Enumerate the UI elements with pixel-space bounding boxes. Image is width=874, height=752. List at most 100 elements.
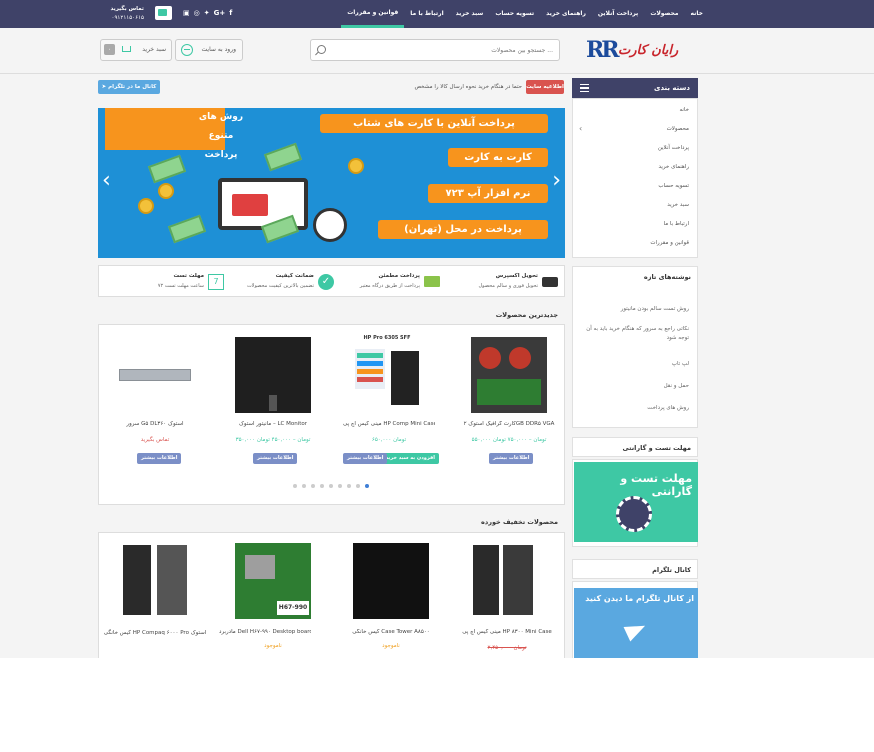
- carousel-dot[interactable]: [293, 484, 297, 488]
- product-name[interactable]: مینی کیس اچ پی HP ۸۳۰۰ Mini Case: [461, 629, 553, 635]
- more-info-button[interactable]: اطلاعات بیشتر: [253, 453, 298, 464]
- warranty-banner[interactable]: مهلت تست و گارانتی: [574, 462, 698, 542]
- categories-header[interactable]: دسته بندی: [572, 78, 698, 98]
- product-image[interactable]: [471, 337, 547, 413]
- site-logo[interactable]: RR رایان کارت: [586, 37, 696, 65]
- nav-item-contact[interactable]: ارتباط با ما: [404, 0, 449, 28]
- recent-posts-title: نوشته‌های تازه: [643, 273, 691, 281]
- product-image[interactable]: [235, 337, 311, 413]
- category-item[interactable]: راهنمای خرید: [658, 164, 689, 170]
- logo-text: رایان کارت: [618, 43, 679, 58]
- nav-item-cart[interactable]: سبد خرید: [450, 0, 490, 28]
- search-input[interactable]: [343, 44, 553, 56]
- product-name[interactable]: مادربرد Dell H۶۷-۹۹۰ Desktop board: [219, 629, 311, 635]
- google-plus-icon[interactable]: G+: [214, 9, 226, 17]
- nav-item-products[interactable]: محصولات: [644, 0, 684, 28]
- site-header: RR رایان کارت ورود به سایت ۰ سبد خرید: [0, 28, 874, 74]
- rss-icon[interactable]: ▣: [183, 9, 190, 17]
- product-name[interactable]: مانیتور استوک – LC Monitor: [227, 421, 319, 427]
- social-links: ▣ ◎ ✦ G+ f: [183, 9, 232, 17]
- more-info-button[interactable]: اطلاعات بیشتر: [489, 453, 534, 464]
- instagram-icon[interactable]: ◎: [194, 9, 200, 17]
- money-illustration: [167, 214, 207, 244]
- category-item[interactable]: سبد خرید: [667, 202, 689, 208]
- product-name[interactable]: مینی کیس اچ پی HP Comp Mini Case: [343, 421, 435, 427]
- telegram-banner-text: از کانال تلگرام ما دیدن کنید: [585, 594, 694, 603]
- post-link[interactable]: روش تست سالم بودن مانیتور: [577, 305, 689, 314]
- carousel-dot[interactable]: [320, 484, 324, 488]
- more-info-button[interactable]: اطلاعات بیشتر: [343, 453, 388, 464]
- coin-illustration: [158, 183, 174, 199]
- contact-phone[interactable]: ۰۹۱۲۱۱۵۰۶۱۵: [111, 14, 145, 23]
- facebook-icon[interactable]: f: [229, 9, 232, 17]
- post-link[interactable]: نکاتی راجع به سرور که هنگام خرید باید به…: [577, 325, 689, 343]
- post-link[interactable]: روش های پرداخت: [577, 404, 689, 413]
- product-name[interactable]: کیس خانگی HP Compaq ۶۰۰۰ Pro استوک: [103, 629, 207, 638]
- section-title-discount: محصولات تخفیف خورده: [481, 518, 558, 526]
- product-name[interactable]: کیس خانگی Case Tower A۸۵۰۰: [345, 629, 437, 635]
- telegram-channel-button[interactable]: ➤ کانال ما در تلگرام: [98, 80, 160, 94]
- product-image[interactable]: [469, 543, 545, 619]
- carousel-dot[interactable]: [311, 484, 315, 488]
- product-price: تماس بگیرید: [140, 437, 170, 443]
- carousel-dot[interactable]: [347, 484, 351, 488]
- product-name[interactable]: کارت گرافیک استوک ۲GB DDR۵ VGA: [463, 421, 555, 427]
- carousel-dot[interactable]: [356, 484, 360, 488]
- warranty-title: مهلت تست و گارانتی: [572, 437, 698, 457]
- nav-item-online-payment[interactable]: پرداخت آنلاین: [592, 0, 644, 28]
- post-link[interactable]: لپ تاپ: [577, 360, 689, 369]
- product-image[interactable]: [117, 337, 193, 413]
- truck-icon: [542, 277, 558, 287]
- nav-item-terms[interactable]: قوانین و مقررات: [341, 0, 405, 28]
- feature-title: ضمانت کیفیت: [275, 273, 314, 279]
- card-icon: [424, 276, 440, 287]
- category-item[interactable]: خانه: [679, 107, 689, 113]
- discount-products-carousel: مینی کیس اچ پی HP ۸۳۰۰ Mini Case ۲,۴۵۰,۰…: [98, 532, 565, 658]
- chevron-left-icon[interactable]: ‹: [102, 170, 111, 192]
- feature-subtitle: ۷۲ ساعت مهلت تست: [157, 283, 204, 289]
- nav-item-buying-guide[interactable]: راهنمای خرید: [540, 0, 592, 28]
- carousel-dot[interactable]: [338, 484, 342, 488]
- product-image[interactable]: [353, 543, 429, 619]
- carousel-dot-active[interactable]: [365, 484, 369, 488]
- hero-slider[interactable]: روش های متنوع پرداخت پرداخت آنلاین با کا…: [98, 108, 565, 258]
- coin-illustration: [138, 198, 154, 214]
- feature-item: ✓ ضمانت کیفیت تضمین بالاترین کیفیت محصول…: [231, 271, 336, 293]
- nav-item-checkout[interactable]: تسویه حساب: [489, 0, 540, 28]
- category-item[interactable]: محصولات: [667, 126, 689, 132]
- login-label: ورود به سایت: [201, 46, 236, 53]
- post-link[interactable]: حمل و نقل: [577, 382, 689, 391]
- logo-mark: RR: [586, 37, 620, 63]
- product-price: ناموجود: [382, 643, 400, 649]
- chat-icon[interactable]: [155, 6, 172, 20]
- login-button[interactable]: ورود به سایت: [175, 39, 243, 61]
- cart-count-badge: ۰: [104, 44, 115, 55]
- newest-products-carousel: کارت گرافیک استوک ۲GB DDR۵ VGA ۵۵۰,۰۰۰ ت…: [98, 324, 565, 505]
- telegram-banner[interactable]: از کانال تلگرام ما دیدن کنید: [574, 588, 698, 658]
- carousel-dot[interactable]: [302, 484, 306, 488]
- category-item[interactable]: ارتباط با ما: [664, 221, 689, 227]
- product-image[interactable]: [117, 543, 193, 619]
- search-icon[interactable]: [317, 45, 326, 54]
- more-info-button[interactable]: اطلاعات بیشتر: [137, 453, 182, 464]
- chevron-left-icon[interactable]: ‹: [579, 124, 582, 133]
- product-price: ۳۵۰,۰۰۰ تومان – ۴۵۰,۰۰۰ تومان: [235, 437, 311, 443]
- add-to-cart-label: افزودن به سبد خرید: [385, 455, 435, 461]
- check-icon: ✓: [318, 274, 334, 290]
- carousel-dot[interactable]: [329, 484, 333, 488]
- category-item[interactable]: قوانین و مقررات: [650, 240, 689, 246]
- category-item[interactable]: تسویه حساب: [658, 183, 689, 189]
- warranty-seal-icon: [616, 496, 652, 532]
- telegram-widget: کانال تلگرام از کانال تلگرام ما دیدن کنی…: [572, 559, 698, 658]
- main-menu: خانه محصولات پرداخت آنلاین راهنمای خرید …: [341, 0, 709, 28]
- category-item[interactable]: پرداخت آنلاین: [658, 145, 689, 151]
- product-image[interactable]: HP Pro 6305 SFF: [349, 333, 425, 409]
- chevron-right-icon[interactable]: ›: [552, 170, 561, 192]
- product-image[interactable]: H67-990: [235, 543, 311, 619]
- cart-button[interactable]: ۰ سبد خرید: [100, 39, 172, 61]
- credit-card-illustration: [232, 194, 268, 216]
- menu-icon: [580, 84, 589, 92]
- product-name[interactable]: سرور G۵ DL۳۶۰ استوک: [109, 421, 201, 427]
- nav-item-home[interactable]: خانه: [685, 0, 709, 28]
- twitter-icon[interactable]: ✦: [204, 9, 210, 17]
